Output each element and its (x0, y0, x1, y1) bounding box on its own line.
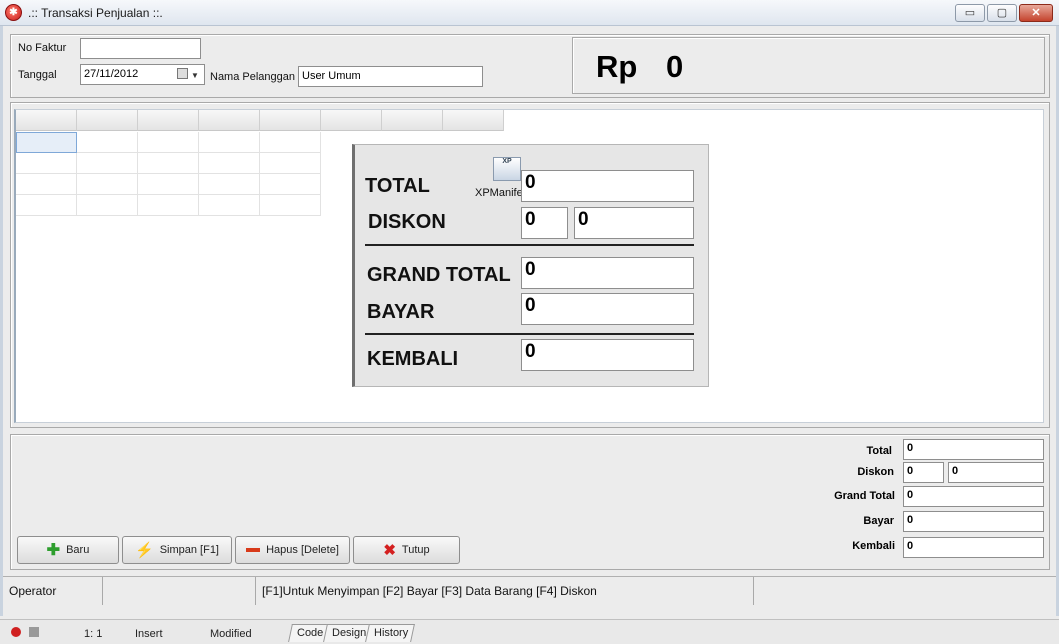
status-bar: Operator [F1]Untuk Menyimpan [F2] Bayar … (3, 576, 1056, 605)
title-bar: ✱ .:: Transaksi Penjualan ::. ▭ ▢ ✕ (0, 0, 1059, 26)
bayar-label: Bayar (863, 515, 894, 527)
status-empty (103, 577, 256, 605)
baru-button[interactable]: ✚ Baru (17, 536, 119, 564)
grid-cell[interactable] (16, 195, 77, 216)
baru-label: Baru (66, 544, 90, 556)
grid-cell[interactable] (138, 153, 199, 174)
app-icon[interactable]: ✱ (5, 4, 22, 21)
nama-pelanggan-label: Nama Pelanggan (210, 71, 296, 83)
status-operator: Operator (3, 577, 103, 605)
dialog-bayar-field[interactable]: 0 (521, 293, 694, 325)
grid-header-cell[interactable] (77, 110, 138, 131)
amount-panel (572, 37, 1045, 94)
record-icon (11, 627, 21, 637)
grand-total-field[interactable]: 0 (903, 486, 1044, 507)
dialog-kembali-field[interactable]: 0 (521, 339, 694, 371)
tutup-button[interactable]: ✖ Tutup (353, 536, 460, 564)
status-shortcut-hints: [F1]Untuk Menyimpan [F2] Bayar [F3] Data… (256, 577, 754, 605)
grid-cell[interactable] (199, 195, 260, 216)
grid-cell[interactable] (77, 153, 138, 174)
tab-history-label: History (374, 627, 409, 639)
diskon-field-2[interactable]: 0 (948, 462, 1044, 483)
dialog-total-label: TOTAL (365, 175, 430, 197)
kembali-label: Kembali (852, 540, 895, 552)
edit-mode: Insert (135, 628, 163, 640)
grid-cell[interactable] (260, 195, 321, 216)
cursor-position: 1: 1 (84, 628, 103, 640)
grid-header-cell[interactable] (382, 110, 443, 131)
grid-cell[interactable] (77, 132, 138, 153)
close-x-icon: ✖ (383, 542, 396, 559)
currency-label: Rp (596, 49, 638, 84)
simpan-button[interactable]: ⚡ Simpan [F1] (122, 536, 232, 564)
xpmanifest-icon-text: XP (502, 158, 512, 165)
tab-code-label: Code (297, 627, 324, 639)
grid-cell[interactable] (77, 195, 138, 216)
diskon-field-1[interactable]: 0 (903, 462, 944, 483)
grid-cell[interactable] (260, 153, 321, 174)
diskon-label: Diskon (857, 466, 894, 478)
window-title: .:: Transaksi Penjualan ::. (28, 6, 163, 20)
payment-summary-panel: XP XPManifest1 TOTAL 0 DISKON 0 0 GRAND … (352, 144, 709, 387)
bayar-field[interactable]: 0 (903, 511, 1044, 532)
close-button[interactable]: ✕ (1019, 4, 1053, 22)
stop-icon (29, 627, 39, 637)
grid-cell[interactable] (138, 195, 199, 216)
grid-header-cell[interactable] (321, 110, 382, 131)
grid-header-cell[interactable] (260, 110, 321, 131)
amount-value: 0 (666, 49, 684, 84)
tanggal-value: 27/11/2012 (84, 68, 139, 80)
grid-cell[interactable] (260, 174, 321, 195)
grid-header-cell[interactable] (16, 110, 77, 131)
tanggal-label: Tanggal (18, 69, 57, 81)
grid-cell[interactable] (16, 174, 77, 195)
dialog-diskon-field-2[interactable]: 0 (574, 207, 694, 239)
tab-history[interactable]: History (365, 624, 416, 642)
status-extra (754, 577, 1056, 605)
simpan-label: Simpan [F1] (159, 544, 219, 556)
no-faktur-label: No Faktur (18, 42, 67, 54)
hapus-label: Hapus [Delete] (266, 544, 339, 556)
grid-cell[interactable] (138, 132, 199, 153)
no-faktur-input[interactable] (80, 38, 201, 59)
grid-cell[interactable] (77, 174, 138, 195)
dialog-divider (365, 244, 694, 246)
hapus-button[interactable]: Hapus [Delete] (235, 536, 350, 564)
grid-header-cell[interactable] (138, 110, 199, 131)
nama-pelanggan-input[interactable]: User Umum (298, 66, 483, 87)
minimize-button[interactable]: ▭ (955, 4, 985, 22)
dialog-grand-total-label: GRAND TOTAL (367, 264, 511, 286)
maximize-button[interactable]: ▢ (987, 4, 1017, 22)
dropdown-arrow-icon[interactable]: ▼ (191, 71, 199, 80)
grid-header-cell[interactable] (199, 110, 260, 131)
calendar-icon[interactable] (177, 68, 188, 79)
dialog-diskon-label: DISKON (368, 211, 446, 233)
grid-selected-cell[interactable] (16, 132, 77, 153)
xpmanifest-component-icon[interactable]: XP (493, 157, 521, 181)
kembali-field[interactable]: 0 (903, 537, 1044, 558)
total-label: Total (866, 445, 892, 457)
ide-status-strip: 1: 1 Insert Modified Code Design History (0, 619, 1059, 644)
grid-cell[interactable] (199, 153, 260, 174)
grid-cell[interactable] (16, 153, 77, 174)
dialog-diskon-field-1[interactable]: 0 (521, 207, 568, 239)
dialog-bayar-label: BAYAR (367, 301, 435, 323)
dialog-kembali-label: KEMBALI (367, 348, 459, 370)
total-field[interactable]: 0 (903, 439, 1044, 460)
grid-cell[interactable] (138, 174, 199, 195)
dialog-grand-total-field[interactable]: 0 (521, 257, 694, 289)
plus-icon: ✚ (46, 542, 61, 559)
dialog-divider (365, 333, 694, 335)
grid-cell[interactable] (260, 132, 321, 153)
grid-header-cell[interactable] (443, 110, 504, 131)
grid-cell[interactable] (199, 132, 260, 153)
tutup-label: Tutup (401, 544, 430, 556)
grand-total-label: Grand Total (834, 490, 895, 502)
lightning-icon: ⚡ (135, 542, 154, 559)
dialog-total-field[interactable]: 0 (521, 170, 694, 202)
file-state: Modified (210, 628, 252, 640)
tab-design-label: Design (332, 627, 367, 639)
minus-icon (246, 548, 261, 552)
grid-cell[interactable] (199, 174, 260, 195)
